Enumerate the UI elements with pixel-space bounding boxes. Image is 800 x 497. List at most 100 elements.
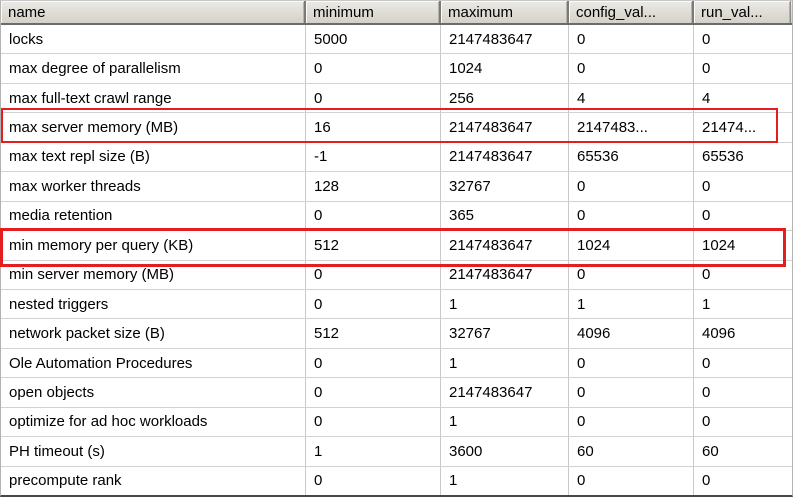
cell-maximum[interactable]: 1 bbox=[441, 407, 569, 437]
cell-config_value[interactable]: 0 bbox=[569, 378, 694, 407]
cell-config_value[interactable]: 0 bbox=[569, 466, 694, 495]
cell-name[interactable]: network packet size (B) bbox=[1, 319, 306, 348]
table-row[interactable]: Ole Automation Procedures 0 1 0 0 bbox=[1, 348, 792, 379]
cell-maximum[interactable]: 256 bbox=[441, 83, 569, 113]
cell-minimum[interactable]: 0 bbox=[306, 407, 441, 437]
cell-name[interactable]: PH timeout (s) bbox=[1, 437, 306, 466]
column-header-run_value[interactable]: run_val... bbox=[694, 1, 791, 23]
table-row[interactable]: max text repl size (B) -1 2147483647 65536 6… bbox=[1, 142, 792, 173]
cell-run_value[interactable]: 0 bbox=[694, 349, 791, 377]
cell-run_value[interactable]: 0 bbox=[694, 467, 791, 495]
table-row[interactable]: max server memory (MB) 16 2147483647 214748… bbox=[1, 113, 792, 143]
cell-maximum[interactable]: 2147483647 bbox=[441, 142, 569, 172]
cell-run_value[interactable]: 4 bbox=[694, 84, 791, 112]
cell-config_value[interactable]: 0 bbox=[569, 201, 694, 231]
cell-maximum[interactable]: 3600 bbox=[441, 437, 569, 466]
table-row[interactable]: nested triggers 0 1 1 1 bbox=[1, 289, 792, 320]
cell-run_value[interactable]: 0 bbox=[694, 408, 791, 436]
cell-name[interactable]: max full-text crawl range bbox=[1, 83, 306, 113]
cell-run_value[interactable]: 1024 bbox=[694, 231, 791, 259]
cell-config_value[interactable]: 0 bbox=[569, 348, 694, 378]
cell-config_value[interactable]: 0 bbox=[569, 407, 694, 437]
cell-minimum[interactable]: 0 bbox=[306, 54, 441, 83]
cell-maximum[interactable]: 2147483647 bbox=[441, 260, 569, 289]
cell-config_value[interactable]: 65536 bbox=[569, 142, 694, 172]
cell-run_value[interactable]: 4096 bbox=[694, 319, 791, 347]
cell-name[interactable]: min server memory (MB) bbox=[1, 260, 306, 289]
cell-config_value[interactable]: 0 bbox=[569, 54, 694, 83]
column-header-maximum[interactable]: maximum bbox=[441, 1, 569, 23]
table-row[interactable]: optimize for ad hoc workloads 0 1 0 0 bbox=[1, 407, 792, 438]
cell-minimum[interactable]: 0 bbox=[306, 83, 441, 113]
cell-minimum[interactable]: 128 bbox=[306, 172, 441, 201]
cell-minimum[interactable]: 0 bbox=[306, 289, 441, 319]
cell-run_value[interactable]: 0 bbox=[694, 172, 791, 200]
cell-maximum[interactable]: 2147483647 bbox=[441, 113, 569, 142]
cell-name[interactable]: locks bbox=[1, 25, 306, 54]
cell-config_value[interactable]: 0 bbox=[569, 260, 694, 289]
cell-config_value[interactable]: 1024 bbox=[569, 231, 694, 260]
column-header-name[interactable]: name bbox=[1, 1, 306, 23]
cell-maximum[interactable]: 1 bbox=[441, 289, 569, 319]
table-row[interactable]: max degree of parallelism 0 1024 0 0 bbox=[1, 54, 792, 84]
cell-name[interactable]: max degree of parallelism bbox=[1, 54, 306, 83]
table-row[interactable]: media retention 0 365 0 0 bbox=[1, 201, 792, 232]
cell-name[interactable]: max text repl size (B) bbox=[1, 142, 306, 172]
cell-minimum[interactable]: 0 bbox=[306, 378, 441, 407]
cell-minimum[interactable]: 0 bbox=[306, 466, 441, 495]
table-row[interactable]: locks 5000 2147483647 0 0 bbox=[1, 25, 792, 55]
table-row[interactable]: min server memory (MB) 0 2147483647 0 0 bbox=[1, 260, 792, 290]
cell-maximum[interactable]: 32767 bbox=[441, 319, 569, 348]
cell-name[interactable]: max server memory (MB) bbox=[1, 113, 306, 142]
cell-minimum[interactable]: -1 bbox=[306, 142, 441, 172]
cell-config_value[interactable]: 4096 bbox=[569, 319, 694, 348]
cell-minimum[interactable]: 5000 bbox=[306, 25, 441, 54]
cell-maximum[interactable]: 2147483647 bbox=[441, 231, 569, 260]
table-row[interactable]: max worker threads 128 32767 0 0 bbox=[1, 172, 792, 202]
cell-name[interactable]: precompute rank bbox=[1, 466, 306, 495]
cell-minimum[interactable]: 16 bbox=[306, 113, 441, 142]
cell-maximum[interactable]: 32767 bbox=[441, 172, 569, 201]
column-header-config_value[interactable]: config_val... bbox=[569, 1, 694, 23]
cell-run_value[interactable]: 0 bbox=[694, 378, 791, 406]
cell-config_value[interactable]: 0 bbox=[569, 25, 694, 54]
cell-minimum[interactable]: 0 bbox=[306, 348, 441, 378]
cell-maximum[interactable]: 1 bbox=[441, 466, 569, 495]
table-row[interactable]: network packet size (B) 512 32767 4096 4096 bbox=[1, 319, 792, 349]
column-header-minimum[interactable]: minimum bbox=[306, 1, 441, 23]
cell-minimum[interactable]: 512 bbox=[306, 319, 441, 348]
cell-minimum[interactable]: 0 bbox=[306, 260, 441, 289]
cell-run_value[interactable]: 0 bbox=[694, 25, 791, 53]
cell-name[interactable]: min memory per query (KB) bbox=[1, 231, 306, 260]
cell-run_value[interactable]: 1 bbox=[694, 290, 791, 318]
cell-name[interactable]: Ole Automation Procedures bbox=[1, 348, 306, 378]
cell-config_value[interactable]: 1 bbox=[569, 289, 694, 319]
cell-run_value[interactable]: 21474... bbox=[694, 113, 791, 141]
cell-name[interactable]: nested triggers bbox=[1, 289, 306, 319]
cell-config_value[interactable]: 60 bbox=[569, 437, 694, 466]
cell-minimum[interactable]: 512 bbox=[306, 231, 441, 260]
cell-minimum[interactable]: 0 bbox=[306, 201, 441, 231]
cell-maximum[interactable]: 1 bbox=[441, 348, 569, 378]
cell-run_value[interactable]: 0 bbox=[694, 261, 791, 289]
cell-maximum[interactable]: 2147483647 bbox=[441, 378, 569, 407]
cell-name[interactable]: open objects bbox=[1, 378, 306, 407]
cell-maximum[interactable]: 2147483647 bbox=[441, 25, 569, 54]
cell-name[interactable]: max worker threads bbox=[1, 172, 306, 201]
cell-minimum[interactable]: 1 bbox=[306, 437, 441, 466]
cell-config_value[interactable]: 0 bbox=[569, 172, 694, 201]
table-row[interactable]: open objects 0 2147483647 0 0 bbox=[1, 378, 792, 408]
table-row[interactable]: min memory per query (KB) 512 2147483647 10… bbox=[1, 231, 792, 261]
cell-maximum[interactable]: 1024 bbox=[441, 54, 569, 83]
cell-run_value[interactable]: 65536 bbox=[694, 143, 791, 171]
table-row[interactable]: PH timeout (s) 1 3600 60 60 bbox=[1, 437, 792, 467]
cell-name[interactable]: media retention bbox=[1, 201, 306, 231]
cell-run_value[interactable]: 0 bbox=[694, 54, 791, 82]
table-row[interactable]: max full-text crawl range 0 256 4 4 bbox=[1, 83, 792, 114]
cell-maximum[interactable]: 365 bbox=[441, 201, 569, 231]
cell-name[interactable]: optimize for ad hoc workloads bbox=[1, 407, 306, 437]
table-row[interactable]: precompute rank 0 1 0 0 bbox=[1, 466, 792, 495]
cell-config_value[interactable]: 2147483... bbox=[569, 113, 694, 142]
cell-run_value[interactable]: 0 bbox=[694, 202, 791, 230]
cell-config_value[interactable]: 4 bbox=[569, 83, 694, 113]
